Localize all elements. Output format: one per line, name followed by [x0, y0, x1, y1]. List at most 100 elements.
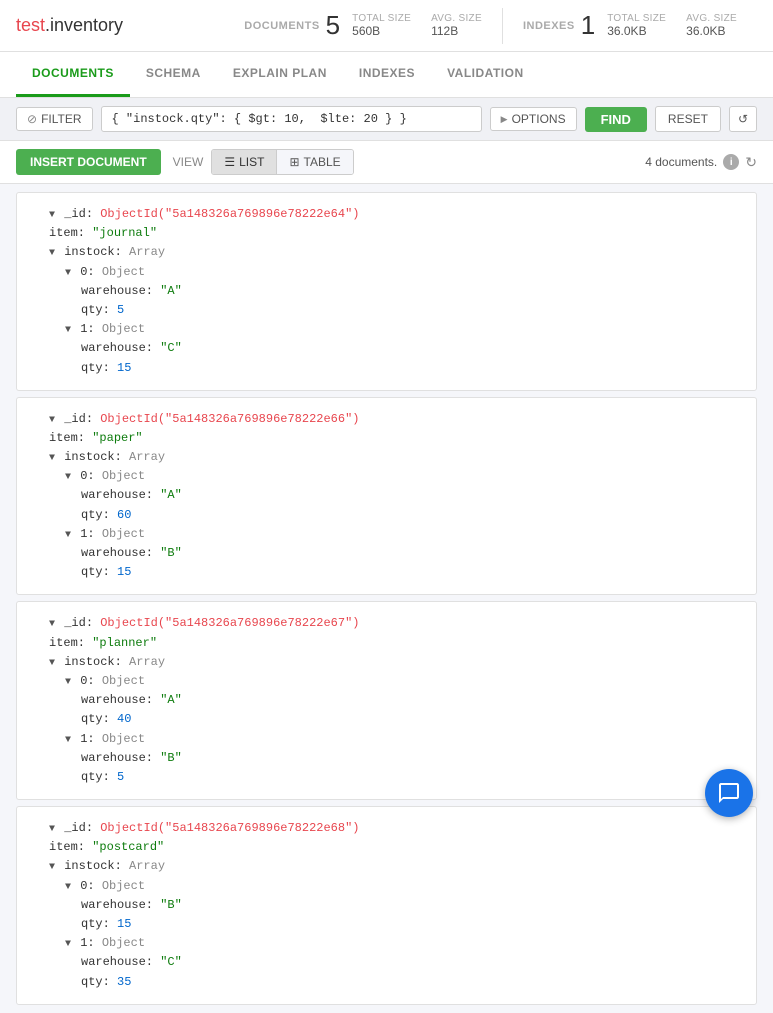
qty-row-1: qty: 5	[33, 768, 740, 787]
collapse-array-icon[interactable]: ▼	[49, 862, 55, 873]
query-toolbar: ⊘ FILTER OPTIONS FIND RESET ↺	[0, 98, 773, 141]
insert-document-button[interactable]: INSERT DOCUMENT	[16, 149, 161, 175]
find-button[interactable]: FIND	[585, 107, 647, 132]
warehouse-row-0: warehouse: "B"	[33, 896, 740, 915]
collapse-array-icon[interactable]: ▼	[49, 453, 55, 464]
doc-id-row: ▼ _id: ObjectId("5a148326a769896e78222e6…	[33, 614, 740, 633]
warehouse-row-1: warehouse: "B"	[33, 544, 740, 563]
collapse-obj-icon[interactable]: ▼	[65, 472, 71, 483]
filter-icon: ⊘	[27, 112, 37, 126]
document-count: 4 documents. i ↻	[645, 154, 757, 171]
instock-item-0: ▼ 0: Object	[33, 672, 740, 691]
collapse-obj-icon[interactable]: ▼	[65, 268, 71, 279]
doc-item-row: item: "paper"	[33, 429, 740, 448]
avg-size-label: AVG. SIZE	[431, 13, 482, 24]
table-row: ▼ _id: ObjectId("5a148326a769896e78222e6…	[16, 806, 757, 1005]
tab-documents[interactable]: DOCUMENTS	[16, 52, 130, 97]
doc-instock-row: ▼ instock: Array	[33, 653, 740, 672]
doc-id-row: ▼ _id: ObjectId("5a148326a769896e78222e6…	[33, 410, 740, 429]
warehouse-row-0: warehouse: "A"	[33, 282, 740, 301]
indexes-total-size: 36.0KB	[607, 24, 666, 38]
collapse-icon[interactable]: ▼	[49, 210, 55, 221]
indexes-stat: INDEXES 1 TOTAL SIZE 36.0KB AVG. SIZE 36…	[503, 10, 757, 41]
tab-explain-plan[interactable]: EXPLAIN PLAN	[217, 52, 343, 97]
qty-row-1: qty: 15	[33, 359, 740, 378]
filter-label: FILTER	[41, 112, 81, 126]
query-input[interactable]	[101, 106, 482, 132]
warehouse-row-0: warehouse: "A"	[33, 691, 740, 710]
table-label: TABLE	[304, 155, 341, 169]
doc-count-text: 4 documents.	[645, 155, 717, 169]
logo-inventory: .inventory	[45, 15, 123, 35]
indexes-total-size-label: TOTAL SIZE	[607, 13, 666, 24]
collapse-obj-icon[interactable]: ▼	[65, 735, 71, 746]
history-button[interactable]: ↺	[729, 106, 757, 132]
refresh-icon[interactable]: ↻	[745, 154, 757, 171]
instock-item-0: ▼ 0: Object	[33, 467, 740, 486]
qty-row-0: qty: 40	[33, 710, 740, 729]
warehouse-row-1: warehouse: "C"	[33, 953, 740, 972]
list-view-button[interactable]: ☰ LIST	[212, 150, 277, 174]
qty-row-0: qty: 15	[33, 915, 740, 934]
logo-test: test	[16, 15, 45, 35]
table-row: ▼ _id: ObjectId("5a148326a769896e78222e6…	[16, 192, 757, 391]
doc-id-row: ▼ _id: ObjectId("5a148326a769896e78222e6…	[33, 205, 740, 224]
collapse-obj-icon[interactable]: ▼	[65, 325, 71, 336]
doc-id-row: ▼ _id: ObjectId("5a148326a769896e78222e6…	[33, 819, 740, 838]
total-size-label: TOTAL SIZE	[352, 13, 411, 24]
instock-item-0: ▼ 0: Object	[33, 263, 740, 282]
table-view-button[interactable]: ⊞ TABLE	[277, 150, 352, 174]
doc-item-row: item: "planner"	[33, 634, 740, 653]
tab-indexes[interactable]: INDEXES	[343, 52, 431, 97]
collapse-obj-icon[interactable]: ▼	[65, 882, 71, 893]
indexes-count: 1	[581, 10, 595, 41]
warehouse-row-1: warehouse: "B"	[33, 749, 740, 768]
instock-item-1: ▼ 1: Object	[33, 934, 740, 953]
collapse-obj-icon[interactable]: ▼	[65, 677, 71, 688]
doc-instock-row: ▼ instock: Array	[33, 448, 740, 467]
warehouse-row-1: warehouse: "C"	[33, 339, 740, 358]
documents-label: DOCUMENTS	[244, 20, 319, 32]
collapse-icon[interactable]: ▼	[49, 824, 55, 835]
qty-row-0: qty: 60	[33, 506, 740, 525]
instock-item-1: ▼ 1: Object	[33, 320, 740, 339]
header-stats: DOCUMENTS 5 TOTAL SIZE 560B AVG. SIZE 11…	[224, 8, 757, 44]
list-label: LIST	[239, 155, 264, 169]
documents-count: 5	[326, 10, 340, 41]
warehouse-row-0: warehouse: "A"	[33, 486, 740, 505]
info-icon[interactable]: i	[723, 154, 739, 170]
collapse-icon[interactable]: ▼	[49, 415, 55, 426]
qty-row-1: qty: 35	[33, 973, 740, 992]
indexes-avg-size-label: AVG. SIZE	[686, 13, 737, 24]
indexes-avg-size: 36.0KB	[686, 24, 737, 38]
doc-item-row: item: "postcard"	[33, 838, 740, 857]
chat-widget[interactable]	[705, 769, 753, 817]
instock-item-1: ▼ 1: Object	[33, 730, 740, 749]
options-button[interactable]: OPTIONS	[490, 107, 577, 131]
doc-instock-row: ▼ instock: Array	[33, 857, 740, 876]
documents-stat: DOCUMENTS 5 TOTAL SIZE 560B AVG. SIZE 11…	[224, 10, 502, 41]
documents-area: ▼ _id: ObjectId("5a148326a769896e78222e6…	[0, 184, 773, 1013]
view-label: VIEW	[173, 155, 204, 169]
filter-button[interactable]: ⊘ FILTER	[16, 107, 93, 131]
collapse-array-icon[interactable]: ▼	[49, 658, 55, 669]
collapse-obj-icon[interactable]: ▼	[65, 939, 71, 950]
doc-item-row: item: "journal"	[33, 224, 740, 243]
chat-icon	[717, 781, 741, 805]
reset-button[interactable]: RESET	[655, 106, 721, 132]
action-bar: INSERT DOCUMENT VIEW ☰ LIST ⊞ TABLE 4 do…	[0, 141, 773, 184]
table-row: ▼ _id: ObjectId("5a148326a769896e78222e6…	[16, 601, 757, 800]
indexes-label: INDEXES	[523, 20, 575, 32]
collapse-obj-icon[interactable]: ▼	[65, 530, 71, 541]
qty-row-0: qty: 5	[33, 301, 740, 320]
tab-validation[interactable]: VALIDATION	[431, 52, 540, 97]
tabs-bar: DOCUMENTS SCHEMA EXPLAIN PLAN INDEXES VA…	[0, 52, 773, 98]
collapse-icon[interactable]: ▼	[49, 619, 55, 630]
table-icon: ⊞	[289, 155, 299, 169]
tab-schema[interactable]: SCHEMA	[130, 52, 217, 97]
header: test.inventory DOCUMENTS 5 TOTAL SIZE 56…	[0, 0, 773, 52]
collapse-array-icon[interactable]: ▼	[49, 248, 55, 259]
instock-item-1: ▼ 1: Object	[33, 525, 740, 544]
documents-avg-size: 112B	[431, 24, 482, 38]
view-toggle: ☰ LIST ⊞ TABLE	[211, 149, 353, 175]
